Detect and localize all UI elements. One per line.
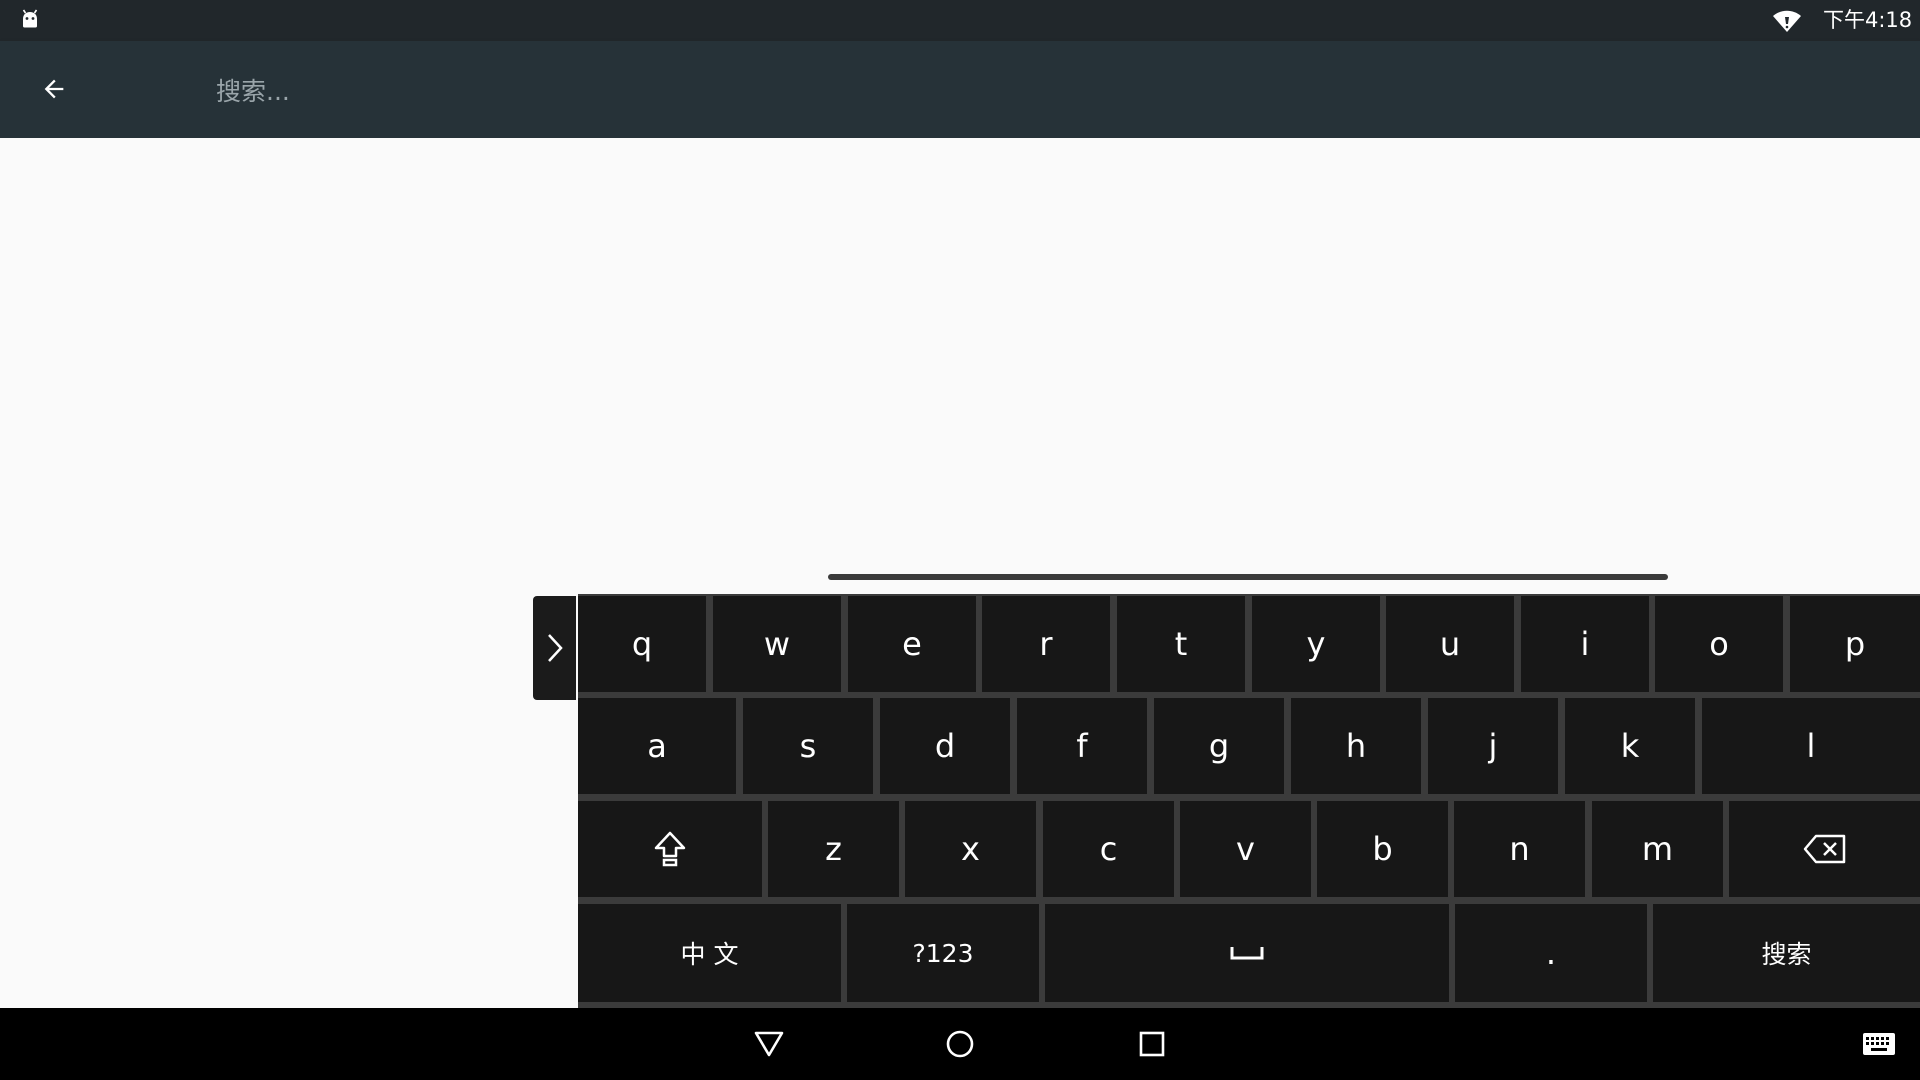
back-triangle-icon (754, 1031, 784, 1057)
key-k[interactable]: k (1565, 698, 1695, 794)
wifi-icon (1773, 10, 1801, 32)
key-g[interactable]: g (1154, 698, 1284, 794)
key-a[interactable]: a (578, 698, 736, 794)
key-i[interactable]: i (1521, 596, 1649, 692)
key-q[interactable]: q (578, 596, 706, 692)
keyboard-drag-handle[interactable] (828, 574, 1668, 580)
key-n[interactable]: n (1454, 801, 1585, 897)
key-f[interactable]: f (1017, 698, 1147, 794)
navigation-bar (0, 1008, 1920, 1080)
key-z[interactable]: z (768, 801, 899, 897)
recents-square-icon (1139, 1031, 1165, 1057)
key-b[interactable]: b (1317, 801, 1448, 897)
key-c[interactable]: c (1043, 801, 1174, 897)
shift-key[interactable] (578, 801, 762, 897)
back-button[interactable] (30, 65, 78, 113)
keyboard-collapse-button[interactable] (533, 596, 576, 700)
android-debug-icon (22, 9, 38, 28)
language-key[interactable]: 中 文 (578, 904, 841, 1002)
key-y[interactable]: y (1252, 596, 1380, 692)
backspace-icon (1803, 834, 1845, 864)
search-toolbar (0, 41, 1920, 138)
nav-home-button[interactable] (936, 1020, 984, 1068)
space-icon (1230, 947, 1264, 960)
keyboard-keys: q w e r t y u i o p a s d f g h j k l z … (578, 594, 1920, 1008)
search-input[interactable] (214, 65, 1418, 117)
key-x[interactable]: x (905, 801, 1036, 897)
symbols-key[interactable]: ?123 (847, 904, 1039, 1002)
key-u[interactable]: u (1386, 596, 1514, 692)
home-circle-icon (946, 1030, 974, 1058)
nav-recents-button[interactable] (1128, 1020, 1176, 1068)
backspace-key[interactable] (1729, 801, 1920, 897)
key-t[interactable]: t (1117, 596, 1245, 692)
chevron-right-icon (547, 634, 563, 662)
key-l[interactable]: l (1702, 698, 1920, 794)
key-o[interactable]: o (1655, 596, 1783, 692)
nav-back-button[interactable] (745, 1020, 793, 1068)
search-action-key[interactable]: 搜索 (1653, 904, 1920, 1002)
period-key[interactable]: . (1455, 904, 1647, 1002)
key-h[interactable]: h (1291, 698, 1421, 794)
key-s[interactable]: s (743, 698, 873, 794)
keyboard-switch-icon[interactable] (1862, 1030, 1896, 1058)
arrow-left-icon (44, 79, 64, 99)
key-r[interactable]: r (982, 596, 1110, 692)
soft-keyboard: q w e r t y u i o p a s d f g h j k l z … (578, 564, 1920, 1008)
status-bar: 下午4:18 (0, 0, 1920, 41)
key-w[interactable]: w (713, 596, 841, 692)
key-d[interactable]: d (880, 698, 1010, 794)
status-clock: 下午4:18 (1823, 8, 1913, 32)
shift-icon (654, 831, 686, 867)
key-m[interactable]: m (1592, 801, 1723, 897)
space-key[interactable] (1045, 904, 1449, 1002)
key-p[interactable]: p (1790, 596, 1920, 692)
key-e[interactable]: e (848, 596, 976, 692)
key-j[interactable]: j (1428, 698, 1558, 794)
key-v[interactable]: v (1180, 801, 1311, 897)
